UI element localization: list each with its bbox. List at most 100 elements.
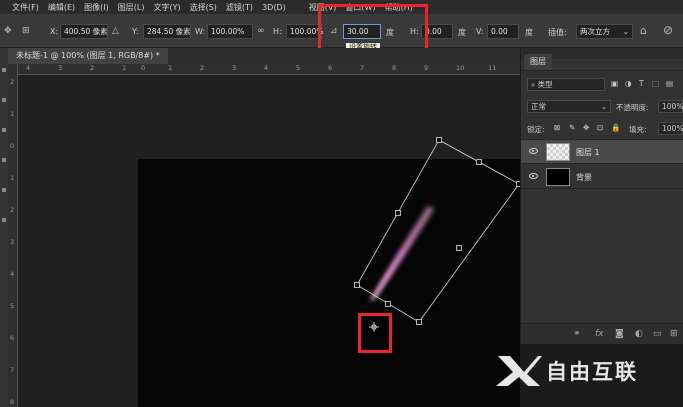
ruler-vertical: 2 1 0 1 2 3 4 5 6 7 8 bbox=[8, 64, 18, 407]
transform-overlay[interactable] bbox=[18, 75, 520, 407]
x-position-field[interactable]: 400.50 像素 bbox=[60, 24, 108, 39]
ruler-tick: 11 bbox=[488, 64, 497, 72]
toolbar-strip bbox=[0, 48, 8, 407]
y-label: Y: bbox=[132, 27, 139, 36]
document-tab-bar: 未标题-1 @ 100% (图层 1, RGB/8#) * bbox=[8, 48, 520, 64]
menu-3d[interactable]: 3D(D) bbox=[262, 3, 286, 12]
layer-row-background[interactable]: 背景 bbox=[521, 165, 683, 189]
lock-artboard-icon[interactable]: ⊡ bbox=[597, 123, 603, 132]
reference-highlight-box bbox=[358, 313, 392, 353]
ruler-tick: 0 bbox=[141, 64, 146, 72]
transform-handle[interactable] bbox=[436, 137, 442, 143]
watermark-text: 自由互联 bbox=[546, 360, 638, 384]
tool-icon[interactable] bbox=[2, 128, 6, 132]
y-position-field[interactable]: 284.50 像素 bbox=[143, 24, 191, 39]
move-tool-icon[interactable]: ✥ bbox=[4, 26, 12, 36]
v-skew-field[interactable]: 0.00 bbox=[487, 24, 519, 39]
ruler-tick: 1 bbox=[168, 64, 173, 72]
eye-icon[interactable] bbox=[529, 173, 538, 179]
ruler-tick: 2 bbox=[90, 64, 95, 72]
interpolation-label: 插值: bbox=[548, 28, 567, 37]
filter-row: ⌕ 类型 ▣ ◑ T ⬚ ▤ bbox=[521, 76, 683, 94]
opacity-field[interactable]: 100% bbox=[658, 100, 683, 113]
blend-mode-select[interactable]: 正常 ⌄ bbox=[527, 100, 611, 113]
add-mask-icon[interactable]: ◙ bbox=[615, 329, 624, 339]
h-label: H: bbox=[273, 27, 282, 36]
ruler-tick: 7 bbox=[360, 64, 365, 72]
layers-panel-tab[interactable]: 图层 bbox=[524, 54, 552, 70]
adjust-filter-icon[interactable]: ◑ bbox=[625, 79, 632, 88]
lock-transparent-icon[interactable]: ⊠ bbox=[554, 123, 560, 132]
cancel-transform-icon[interactable]: ⊘ bbox=[663, 23, 673, 37]
shape-filter-icon[interactable]: ⬚ bbox=[652, 79, 659, 88]
width-field[interactable]: 100.00% bbox=[207, 24, 253, 39]
h-skew-unit-label: 度 bbox=[458, 28, 466, 37]
tool-icon[interactable] bbox=[2, 98, 6, 102]
link-layers-icon[interactable]: ⚭ bbox=[573, 329, 581, 339]
adjustment-layer-icon[interactable]: ◐ bbox=[635, 329, 643, 339]
pixel-filter-icon[interactable]: ▣ bbox=[611, 79, 618, 88]
link-icon[interactable]: ∞ bbox=[257, 26, 265, 36]
layer-filter-select[interactable]: ⌕ 类型 bbox=[527, 78, 605, 91]
smart-filter-icon[interactable]: ▤ bbox=[666, 79, 673, 88]
opacity-label: 不透明度: bbox=[616, 103, 649, 112]
menu-file[interactable]: 文件(F) bbox=[12, 2, 39, 13]
tool-icon[interactable] bbox=[2, 158, 6, 162]
ruler-tick: 4 bbox=[26, 64, 31, 72]
interpolation-select[interactable]: 两次立方 ⌄ bbox=[576, 24, 633, 39]
layer-row-layer1[interactable]: 图层 1 bbox=[521, 140, 683, 164]
v-skew-unit-label: 度 bbox=[525, 28, 533, 37]
menu-image[interactable]: 图像(I) bbox=[84, 2, 109, 13]
transform-handle[interactable] bbox=[416, 319, 422, 325]
document-tab-title: 未标题-1 @ 100% (图层 1, RGB/8#) * bbox=[16, 51, 160, 60]
ruler-tick: 1 bbox=[10, 174, 15, 182]
w-label: W: bbox=[195, 27, 206, 36]
divider bbox=[521, 70, 683, 71]
ruler-tick: 2 bbox=[200, 64, 205, 72]
v-skew-label: V: bbox=[476, 27, 484, 36]
canvas-pasteboard[interactable] bbox=[18, 75, 520, 407]
reference-point-icon[interactable]: ⊞ bbox=[22, 26, 30, 36]
layer-name: 图层 1 bbox=[576, 148, 600, 157]
tool-icon[interactable] bbox=[2, 68, 6, 72]
menu-select[interactable]: 选择(S) bbox=[190, 2, 217, 13]
lock-position-icon[interactable]: ✥ bbox=[583, 123, 589, 132]
transform-handle[interactable] bbox=[354, 282, 360, 288]
blend-row: 正常 ⌄ 不透明度: 100% bbox=[521, 98, 683, 116]
ruler-tick: 6 bbox=[10, 334, 15, 342]
lock-label: 锁定: bbox=[527, 125, 545, 134]
tool-icon[interactable] bbox=[2, 188, 6, 192]
eye-icon[interactable] bbox=[529, 148, 538, 154]
transform-handle[interactable] bbox=[395, 210, 401, 216]
height-field[interactable]: 100.00% bbox=[286, 24, 323, 39]
ruler-horizontal: 4 3 2 1 0 1 2 3 4 5 6 7 8 9 10 11 bbox=[18, 64, 520, 75]
transform-handle[interactable] bbox=[385, 301, 391, 307]
fx-icon[interactable]: fx bbox=[595, 329, 604, 339]
menu-filter[interactable]: 滤镜(T) bbox=[226, 2, 253, 13]
lock-image-icon[interactable]: ✎ bbox=[569, 123, 575, 132]
ruler-tick: 2 bbox=[10, 206, 15, 214]
layer-thumbnail-transparent bbox=[546, 143, 570, 161]
new-layer-icon[interactable]: ⊞ bbox=[670, 329, 678, 339]
warp-mode-icon[interactable]: ⌂ bbox=[640, 24, 647, 37]
fill-field[interactable]: 100% bbox=[658, 122, 683, 135]
new-group-icon[interactable]: ▭ bbox=[653, 329, 662, 339]
tool-icon[interactable] bbox=[2, 218, 6, 222]
menu-layer[interactable]: 图层(L) bbox=[118, 2, 145, 13]
watermark-logo: 自由互联 bbox=[494, 352, 674, 388]
layer-name: 背景 bbox=[576, 173, 592, 182]
ruler-tick: 1 bbox=[122, 64, 127, 72]
transform-handle[interactable] bbox=[456, 245, 462, 251]
menu-edit[interactable]: 编辑(E) bbox=[48, 2, 75, 13]
transform-handle[interactable] bbox=[476, 159, 482, 165]
ruler-tick: 1 bbox=[10, 110, 15, 118]
delta-icon[interactable]: △ bbox=[112, 26, 119, 36]
fill-label: 填充: bbox=[629, 125, 647, 134]
menu-type[interactable]: 文字(Y) bbox=[153, 2, 180, 13]
glow-core bbox=[370, 206, 434, 301]
document-tab[interactable]: 未标题-1 @ 100% (图层 1, RGB/8#) * bbox=[8, 48, 168, 64]
transform-bounding-box[interactable] bbox=[356, 139, 520, 323]
lock-all-icon[interactable]: 🔒 bbox=[611, 123, 620, 132]
layers-tab-label: 图层 bbox=[530, 57, 546, 66]
type-filter-icon[interactable]: T bbox=[639, 79, 644, 88]
